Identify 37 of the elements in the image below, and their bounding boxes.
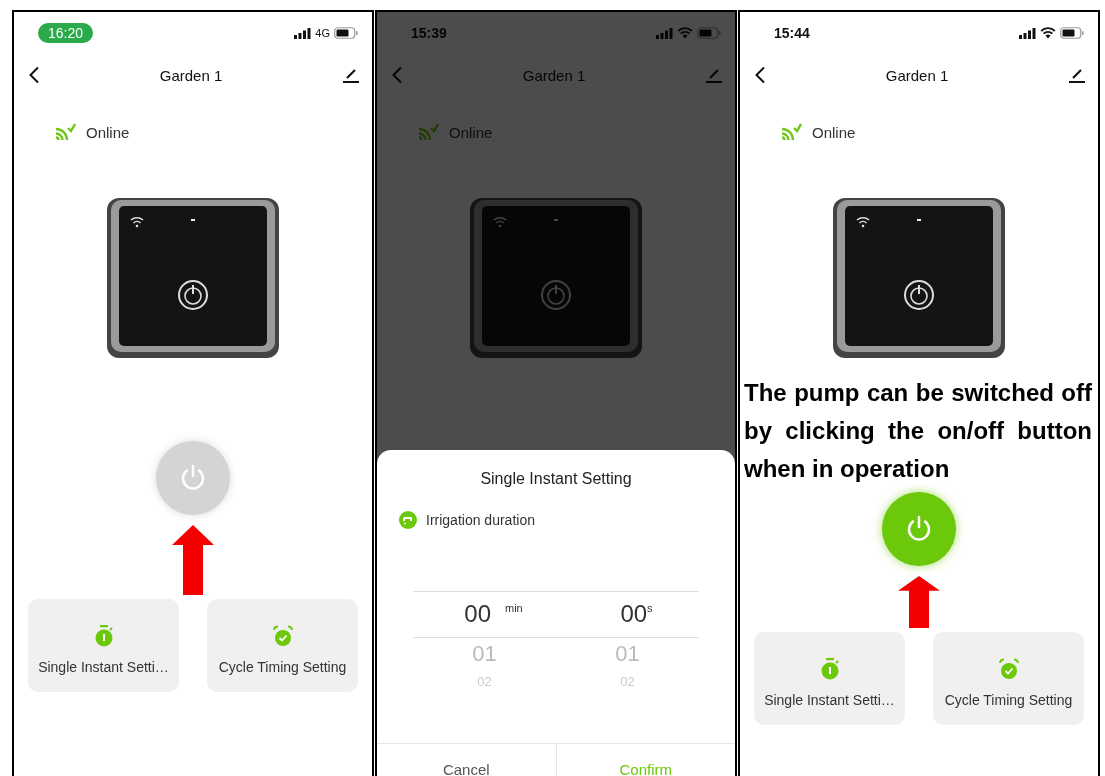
- edit-icon[interactable]: [342, 67, 360, 83]
- signal-icon: [294, 27, 312, 39]
- sheet-title: Single Instant Setting: [480, 470, 632, 488]
- setting-tile[interactable]: Cycle Timing Setting: [933, 632, 1084, 725]
- status-time: 15:44: [773, 24, 811, 43]
- status-time: 15:39: [410, 24, 448, 43]
- network-type: 4G: [315, 27, 330, 39]
- connection-status: Online: [812, 123, 856, 141]
- connection-status: Online: [86, 123, 130, 141]
- setting-tile[interactable]: Single Instant Setti…: [28, 599, 179, 692]
- status-time: 16:20: [38, 23, 94, 43]
- stopwatch-icon: [93, 624, 114, 647]
- back-icon[interactable]: [28, 66, 40, 84]
- faucet-icon: [399, 511, 417, 529]
- picker-value[interactable]: 00: [464, 600, 491, 628]
- connection-status: Online: [449, 123, 493, 141]
- screen-title: Garden 1: [159, 66, 223, 84]
- screen-title: Garden 1: [522, 66, 586, 84]
- signal-check-icon: [780, 122, 802, 142]
- setting-tile[interactable]: Cycle Timing Setting: [207, 599, 358, 692]
- signal-check-icon: [54, 122, 76, 142]
- signal-icon: [1019, 27, 1036, 39]
- back-icon[interactable]: [754, 66, 766, 84]
- annotation-text: The pump can be switched off by clicking the on/off button when in operation: [744, 378, 1092, 484]
- screen-title: Garden 1: [885, 66, 949, 84]
- wifi-icon: [1040, 27, 1056, 39]
- alarm-clock-icon: [997, 657, 1020, 680]
- battery-icon: [1060, 27, 1084, 39]
- field-label: Irrigation duration: [426, 512, 535, 528]
- edit-icon[interactable]: [1068, 67, 1086, 83]
- unit-label: min: [505, 602, 523, 614]
- setting-tile[interactable]: Single Instant Setti…: [754, 632, 905, 725]
- stopwatch-icon: [819, 657, 840, 680]
- battery-icon: [334, 27, 358, 39]
- picker-value[interactable]: 00: [620, 600, 648, 628]
- alarm-clock-icon: [271, 624, 294, 647]
- unit-label: s: [647, 602, 653, 614]
